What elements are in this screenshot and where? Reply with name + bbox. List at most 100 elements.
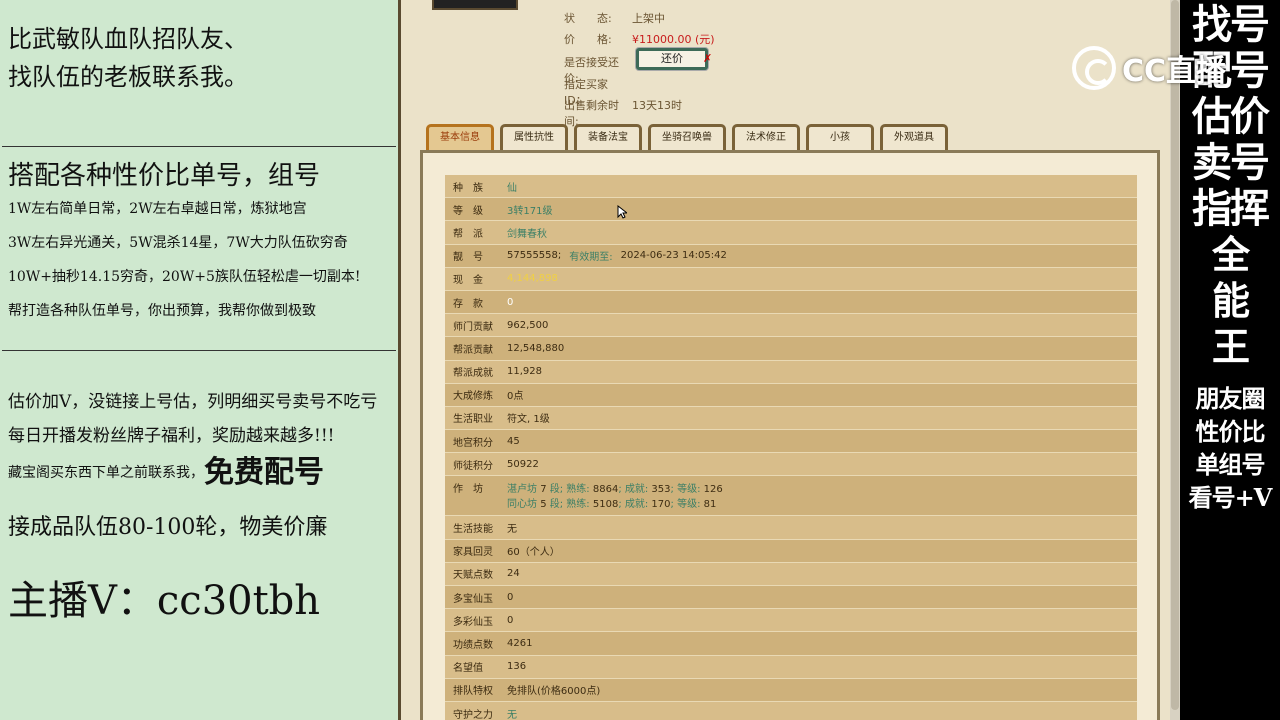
workshop-text: ; 成就: xyxy=(618,484,649,496)
row-label: 天赋点数 xyxy=(453,570,493,582)
row-label: 存 款 xyxy=(453,298,483,310)
workshop-text: 段; 熟练: xyxy=(549,499,590,511)
promo-vertical-text: 能 xyxy=(1211,278,1250,323)
counter-offer-button[interactable]: 还价 xyxy=(636,48,708,70)
row-value: 免排队(价格6000点) xyxy=(507,686,601,698)
workshop-achieve: 353 xyxy=(651,484,671,496)
table-row: 帮派成就 11,928 xyxy=(445,360,1137,384)
promo-vertical-text: 估价 xyxy=(1192,93,1270,140)
table-row: 排队特权 免排队(价格6000点) xyxy=(445,678,1137,702)
row-label: 守护之力 xyxy=(453,709,493,720)
row-label: 生活技能 xyxy=(453,524,493,536)
info-table: 种 族 仙 等 级 3转171级 帮 派 剑舞春秋 靓 号 57555558; 有效期至:… xyxy=(445,175,1137,720)
table-row: 师门贡献 962,500 xyxy=(445,314,1137,338)
row-value: 136 xyxy=(507,661,527,673)
table-row: 功绩点数 4261 xyxy=(445,632,1137,656)
expiry-label: 有效期至: xyxy=(569,252,613,264)
status-value: 上架中 xyxy=(632,12,665,25)
row-value: 4,144,898 xyxy=(507,273,558,285)
table-row: 大成修炼 0点 xyxy=(445,383,1137,407)
promo-line: 帮打造各种队伍单号，你出预算，我帮你做到极致 xyxy=(8,303,316,319)
vertical-scrollbar[interactable] xyxy=(1170,0,1180,720)
workshop-details: 湛卢坊 7 段; 熟练: 8864; 成就: 353; 等级: 126 同心坊 … xyxy=(507,480,723,510)
row-label: 生活职业 xyxy=(453,414,493,426)
workshop-skill: 8864 xyxy=(592,484,619,496)
promo-vertical-text: 看号+V xyxy=(1188,483,1273,512)
table-row: 天赋点数 24 xyxy=(445,562,1137,586)
tab-attributes[interactable]: 属性抗性 xyxy=(500,124,568,152)
tab-equipment[interactable]: 装备法宝 xyxy=(574,124,642,152)
tab-basic-info[interactable]: 基本信息 xyxy=(426,124,494,152)
table-row: 存 款 0 xyxy=(445,290,1137,315)
workshop-name: 湛卢坊 xyxy=(507,484,537,496)
price-value: ¥11000.00 (元) xyxy=(632,33,715,46)
workshop-text: ; 等级: xyxy=(670,499,701,511)
workshop-skill: 5108 xyxy=(592,499,619,511)
row-label: 名望值 xyxy=(453,663,483,675)
divider xyxy=(2,146,396,147)
table-row: 生活职业 符文, 1级 xyxy=(445,406,1137,431)
row-value: 12,548,880 xyxy=(507,342,565,354)
promo-vertical-text: 朋友圈 xyxy=(1195,384,1266,413)
row-value: 3转171级 xyxy=(507,205,553,217)
promo-line: 搭配各种性价比单号，组号 xyxy=(8,161,321,191)
row-value: 仙 xyxy=(507,182,517,194)
row-value: 50922 xyxy=(507,458,539,470)
row-label: 功绩点数 xyxy=(453,639,493,651)
workshop-line: 湛卢坊 7 段; 熟练: 8864; 成就: 353; 等级: 126 xyxy=(507,480,723,495)
promo-line: 比武敏队血队招队友、 xyxy=(8,25,248,53)
promo-line: 3W左右异光通关，5W混杀14星，7W大力队伍砍穷奇 xyxy=(8,235,348,251)
promo-line: 10W+抽秒14.15穷奇，20W+5族队伍轻松虐一切副本! xyxy=(8,269,361,285)
row-value: 962,500 xyxy=(507,319,549,331)
row-label: 等 级 xyxy=(453,205,483,217)
row-value: 11,928 xyxy=(507,366,542,378)
expiry-value: 2024-06-23 14:05:42 xyxy=(620,250,727,262)
tab-appearance[interactable]: 外观道具 xyxy=(880,124,948,152)
row-value: 57555558; xyxy=(507,250,562,262)
promo-vertical-text: 指挥 xyxy=(1192,185,1270,232)
close-icon[interactable]: ✗ xyxy=(703,52,712,65)
promo-vertical-text: 全 xyxy=(1211,232,1250,277)
row-label: 帮派贡献 xyxy=(453,344,493,356)
workshop-grade: 126 xyxy=(703,484,723,496)
row-label: 排队特权 xyxy=(453,686,493,698)
row-value: 60（个人） xyxy=(507,547,560,559)
scrollbar-thumb[interactable] xyxy=(1171,0,1179,710)
row-value: 0点 xyxy=(507,391,524,403)
basic-info-panel: 种 族 仙 等 级 3转171级 帮 派 剑舞春秋 靓 号 57555558; 有效期至:… xyxy=(420,150,1160,720)
table-row: 等 级 3转171级 xyxy=(445,198,1137,222)
row-value: 24 xyxy=(507,568,520,580)
page-border xyxy=(398,0,401,720)
divider xyxy=(2,350,396,351)
row-value: 45 xyxy=(507,435,520,447)
promo-highlight: 免费配号 xyxy=(204,455,324,490)
workshop-line: 同心坊 5 段; 熟练: 5108; 成就: 170; 等级: 81 xyxy=(507,495,723,510)
row-label: 靓 号 xyxy=(453,252,483,264)
table-row: 师徒积分 50922 xyxy=(445,453,1137,477)
promo-vertical-text: 找号 xyxy=(1192,1,1270,48)
tab-child[interactable]: 小孩 xyxy=(806,124,874,152)
cc-logo-icon xyxy=(1072,46,1116,90)
row-label: 师门贡献 xyxy=(453,321,493,333)
row-label: 家具回灵 xyxy=(453,547,493,559)
row-value: 符文, 1级 xyxy=(507,414,550,426)
table-row: 多宝仙玉 0 xyxy=(445,586,1137,610)
workshop-name: 同心坊 xyxy=(507,499,537,511)
row-value: 4261 xyxy=(507,637,533,649)
row-value: 剑舞春秋 xyxy=(507,228,547,240)
row-label: 帮 派 xyxy=(453,228,483,240)
tab-mounts-pets[interactable]: 坐骑召唤兽 xyxy=(648,124,726,152)
workshop-achieve: 170 xyxy=(651,499,671,511)
promo-right-panel: 找号 配号 估价 卖号 指挥 全 能 王 朋友圈 性价比 单组号 看号+V xyxy=(1180,0,1280,720)
tab-spell-mod[interactable]: 法术修正 xyxy=(732,124,800,152)
promo-line: 接成品队伍80-100轮，物美价廉 xyxy=(8,515,328,540)
row-label: 地宫积分 xyxy=(453,437,493,449)
tab-bar: 基本信息 属性抗性 装备法宝 坐骑召唤兽 法术修正 小孩 外观道具 xyxy=(426,124,948,152)
promo-vertical-text: 卖号 xyxy=(1192,139,1270,186)
promo-line: 估价加V，没链接上号估，列明细买号卖号不吃亏 xyxy=(8,392,378,412)
status-label: 状 态: xyxy=(564,12,612,25)
workshop-text: ; 成就: xyxy=(618,499,649,511)
watermark-text: CC直播 xyxy=(1122,54,1227,89)
promo-text: 藏宝阁买东西下单之前联系我， xyxy=(8,465,204,481)
item-thumbnail[interactable] xyxy=(432,0,518,10)
